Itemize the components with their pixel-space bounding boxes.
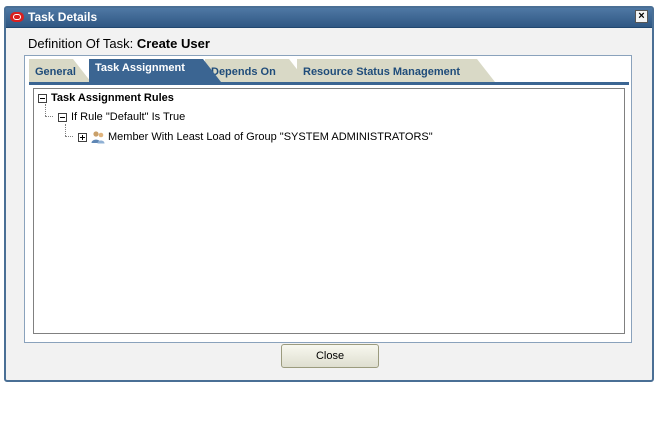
tab-general[interactable]: General bbox=[29, 59, 91, 82]
tree-connector bbox=[65, 124, 66, 136]
tree-connector bbox=[45, 104, 46, 116]
tree-connector bbox=[45, 116, 53, 117]
oracle-logo-icon bbox=[10, 12, 24, 22]
close-button[interactable]: Close bbox=[281, 344, 379, 368]
expand-icon[interactable] bbox=[78, 132, 87, 142]
tab-task-assignment[interactable]: Task Assignment bbox=[89, 59, 221, 82]
user-group-icon bbox=[91, 131, 105, 144]
collapse-icon[interactable] bbox=[58, 112, 67, 122]
close-x-icon[interactable]: × bbox=[635, 10, 648, 23]
tree-node-root[interactable]: Task Assignment Rules bbox=[38, 91, 174, 105]
dialog-title: Task Details bbox=[28, 10, 98, 24]
tab-separator bbox=[29, 82, 629, 85]
task-assignment-panel: Task Assignment Rules If Rule "Default" … bbox=[33, 88, 625, 334]
collapse-icon[interactable] bbox=[38, 93, 47, 103]
page-title: Definition Of Task: Create User bbox=[28, 36, 210, 51]
tree-node-assignee[interactable]: Member With Least Load of Group "SYSTEM … bbox=[78, 130, 433, 144]
tab-strip: General Depends On Resource Status Manag… bbox=[29, 59, 629, 82]
tab-container: General Depends On Resource Status Manag… bbox=[24, 55, 632, 343]
task-details-dialog: Task Details × Definition Of Task: Creat… bbox=[4, 6, 654, 382]
task-name: Create User bbox=[136, 36, 210, 51]
dialog-titlebar[interactable]: Task Details × bbox=[6, 8, 652, 28]
tab-depends-on[interactable]: Depends On bbox=[205, 59, 307, 82]
tab-resource-status-management[interactable]: Resource Status Management bbox=[297, 59, 495, 82]
tree-node-rule[interactable]: If Rule "Default" Is True bbox=[58, 110, 185, 124]
tree-connector bbox=[65, 136, 73, 137]
heading-prefix: Definition Of Task: bbox=[28, 36, 134, 51]
